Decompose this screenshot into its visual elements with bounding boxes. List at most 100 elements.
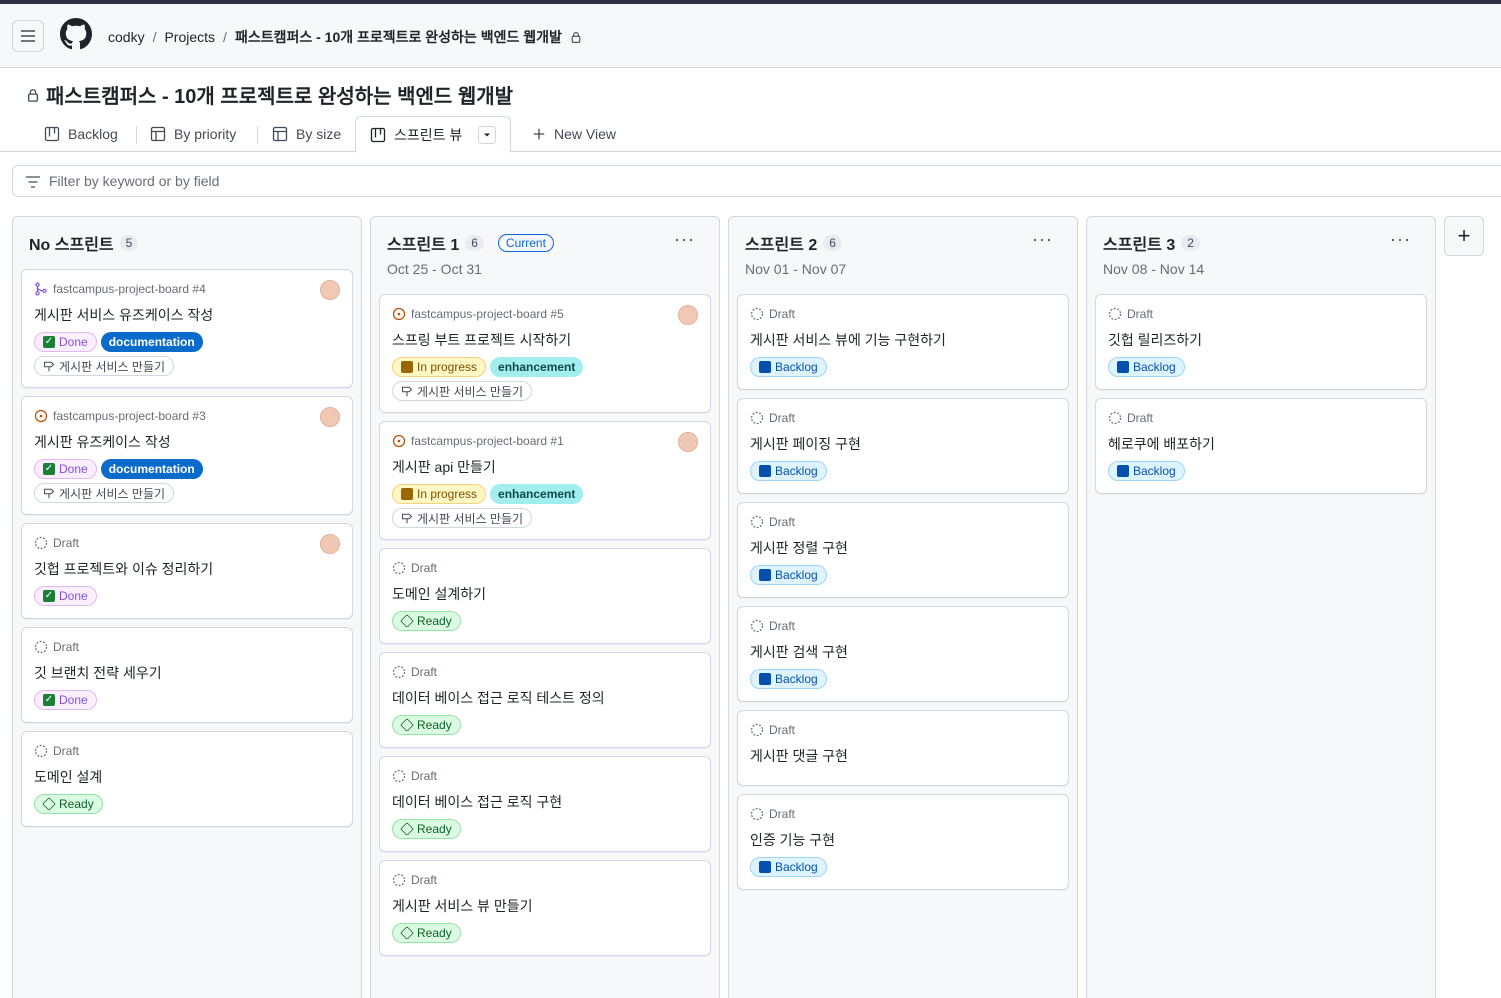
card-title[interactable]: 게시판 서비스 유즈케이스 작성	[34, 305, 213, 325]
label-badge[interactable]: ✓ Done	[34, 586, 97, 606]
tab-sprint-view[interactable]: 스프린트 뷰	[355, 116, 512, 153]
board-card[interactable]: fastcampus-project-board #5 스프링 부트 프로젝트 시…	[379, 294, 711, 413]
check-icon: ✓	[43, 336, 55, 348]
label-badge[interactable]: Backlog	[750, 565, 827, 585]
assignee-avatar[interactable]	[678, 305, 698, 325]
milestone-badge[interactable]: 게시판 서비스 만들기	[392, 508, 533, 528]
card-repo: Draft	[769, 411, 796, 425]
board-card[interactable]: Draft 도메인 설계 Ready	[21, 731, 353, 827]
card-title[interactable]: 게시판 api 만들기	[392, 457, 496, 477]
card-title[interactable]: 게시판 댓글 구현	[750, 746, 848, 766]
card-title[interactable]: 게시판 정렬 구현	[750, 538, 848, 558]
label-badge[interactable]: ✓ Done	[34, 332, 97, 352]
label-badge[interactable]: Backlog	[1108, 357, 1185, 377]
label-badge[interactable]: Ready	[392, 923, 461, 943]
board-card[interactable]: Draft 깃 브랜치 전략 세우기 ✓ Done	[21, 627, 353, 723]
label-badge[interactable]: Backlog	[750, 669, 827, 689]
assignee-avatar[interactable]	[320, 534, 340, 554]
board-column: 스프린트 3 2 Nov 08 - Nov 14 ··· Draft 깃헙 릴리즈하기 Ba…	[1086, 216, 1436, 998]
hamburger-menu-button[interactable]	[12, 20, 44, 52]
filter-input[interactable]: Filter by keyword or by field	[12, 165, 1501, 197]
breadcrumb-projects-link[interactable]: Projects	[164, 29, 215, 45]
milestone-badge[interactable]: 게시판 서비스 만들기	[34, 356, 175, 376]
add-column-button[interactable]: +	[1444, 216, 1484, 256]
label-badge[interactable]: ✓ Done	[34, 459, 97, 479]
card-title[interactable]: 게시판 서비스 뷰 만들기	[392, 896, 532, 916]
board-card[interactable]: Draft 게시판 댓글 구현	[737, 710, 1069, 786]
label-badge[interactable]: enhancement	[490, 484, 584, 504]
label-badge[interactable]: Ready	[392, 819, 461, 839]
label-badge[interactable]: Backlog	[750, 357, 827, 377]
card-title[interactable]: 깃헙 릴리즈하기	[1108, 330, 1202, 350]
board-card[interactable]: Draft 게시판 검색 구현 Backlog	[737, 606, 1069, 702]
breadcrumb-owner-link[interactable]: codky	[108, 29, 145, 45]
card-repo: Draft	[1127, 411, 1154, 425]
card-title[interactable]: 게시판 서비스 뷰에 기능 구현하기	[750, 330, 946, 350]
card-title[interactable]: 게시판 유즈케이스 작성	[34, 432, 171, 452]
board-card[interactable]: Draft 게시판 서비스 뷰 만들기 Ready	[379, 860, 711, 956]
card-title[interactable]: 데이터 베이스 접근 로직 테스트 정의	[392, 688, 605, 708]
github-logo-icon[interactable]	[60, 18, 92, 50]
card-title[interactable]: 도메인 설계하기	[392, 584, 486, 604]
label-badge[interactable]: Ready	[392, 611, 461, 631]
board-card[interactable]: Draft 데이터 베이스 접근 로직 구현 Ready	[379, 756, 711, 852]
label-badge[interactable]: Backlog	[750, 857, 827, 877]
label-badge[interactable]: Ready	[392, 715, 461, 735]
card-labels: Ready	[34, 794, 103, 814]
board-card[interactable]: fastcampus-project-board #3 게시판 유즈케이스 작성 ✓…	[21, 396, 353, 515]
card-repo: Draft	[411, 769, 438, 783]
label-badge[interactable]: In progress	[392, 484, 487, 504]
label-badge[interactable]: ✓ Done	[34, 690, 97, 710]
board-card[interactable]: Draft 인증 기능 구현 Backlog	[737, 794, 1069, 890]
board-card[interactable]: Draft 깃헙 프로젝트와 이슈 정리하기 ✓ Done	[21, 523, 353, 619]
label-badge[interactable]: enhancement	[490, 357, 584, 377]
iteration-dates: Nov 01 - Nov 07	[745, 261, 847, 277]
board-card[interactable]: Draft 게시판 정렬 구현 Backlog	[737, 502, 1069, 598]
card-title[interactable]: 인증 기능 구현	[750, 830, 835, 850]
board-card[interactable]: Draft 데이터 베이스 접근 로직 테스트 정의 Ready	[379, 652, 711, 748]
card-title[interactable]: 게시판 검색 구현	[750, 642, 848, 662]
card-meta: Draft	[34, 536, 79, 550]
board-card[interactable]: Draft 깃헙 릴리즈하기 Backlog	[1095, 294, 1427, 390]
card-title[interactable]: 스프링 부트 프로젝트 시작하기	[392, 330, 571, 350]
label-text: Done	[59, 589, 88, 603]
column-more-button[interactable]: ···	[1390, 229, 1411, 250]
new-icon	[759, 673, 771, 685]
assignee-avatar[interactable]	[320, 407, 340, 427]
tab-by-priority[interactable]: By priority	[150, 116, 236, 152]
label-badge[interactable]: Ready	[34, 794, 103, 814]
assignee-avatar[interactable]	[678, 432, 698, 452]
board-card[interactable]: Draft 도메인 설계하기 Ready	[379, 548, 711, 644]
board-column: 스프린트 2 6 Nov 01 - Nov 07 ··· Draft 게시판 서비스 뷰에…	[728, 216, 1078, 998]
board-card[interactable]: Draft 게시판 서비스 뷰에 기능 구현하기 Backlog	[737, 294, 1069, 390]
board-card[interactable]: Draft 헤로쿠에 배포하기 Backlog	[1095, 398, 1427, 494]
tab-by-size[interactable]: By size	[272, 116, 341, 152]
board-card[interactable]: fastcampus-project-board #1 게시판 api 만들기 In…	[379, 421, 711, 540]
milestone-badge[interactable]: 게시판 서비스 만들기	[34, 483, 175, 503]
tab-backlog[interactable]: Backlog	[44, 116, 118, 152]
iteration-dates: Nov 08 - Nov 14	[1103, 261, 1205, 277]
label-badge[interactable]: documentation	[100, 332, 203, 352]
card-title[interactable]: 데이터 베이스 접근 로직 구현	[392, 792, 562, 812]
card-title[interactable]: 도메인 설계	[34, 767, 102, 787]
breadcrumb-project-link[interactable]: 패스트캠퍼스 - 10개 프로젝트로 완성하는 백엔드 웹개발	[235, 27, 562, 47]
label-badge[interactable]: Backlog	[1108, 461, 1185, 481]
label-badge[interactable]: documentation	[100, 459, 203, 479]
card-title[interactable]: 헤로쿠에 배포하기	[1108, 434, 1215, 454]
board-card[interactable]: Draft 게시판 페이징 구현 Backlog	[737, 398, 1069, 494]
milestone-badge[interactable]: 게시판 서비스 만들기	[392, 381, 533, 401]
label-badge[interactable]: Backlog	[750, 461, 827, 481]
label-badge[interactable]: In progress	[392, 357, 487, 377]
view-options-button[interactable]	[478, 125, 497, 144]
draft-icon	[392, 769, 406, 783]
column-more-button[interactable]: ···	[1032, 229, 1053, 250]
label-text: In progress	[417, 360, 478, 374]
board-card[interactable]: fastcampus-project-board #4 게시판 서비스 유즈케이스…	[21, 269, 353, 388]
card-title[interactable]: 게시판 페이징 구현	[750, 434, 861, 454]
column-more-button[interactable]: ···	[674, 229, 695, 250]
assignee-avatar[interactable]	[320, 280, 340, 300]
card-repo: Draft	[53, 536, 80, 550]
new-view-button[interactable]: New View	[532, 116, 616, 152]
card-title[interactable]: 깃헙 프로젝트와 이슈 정리하기	[34, 559, 213, 579]
card-title[interactable]: 깃 브랜치 전략 세우기	[34, 663, 162, 683]
